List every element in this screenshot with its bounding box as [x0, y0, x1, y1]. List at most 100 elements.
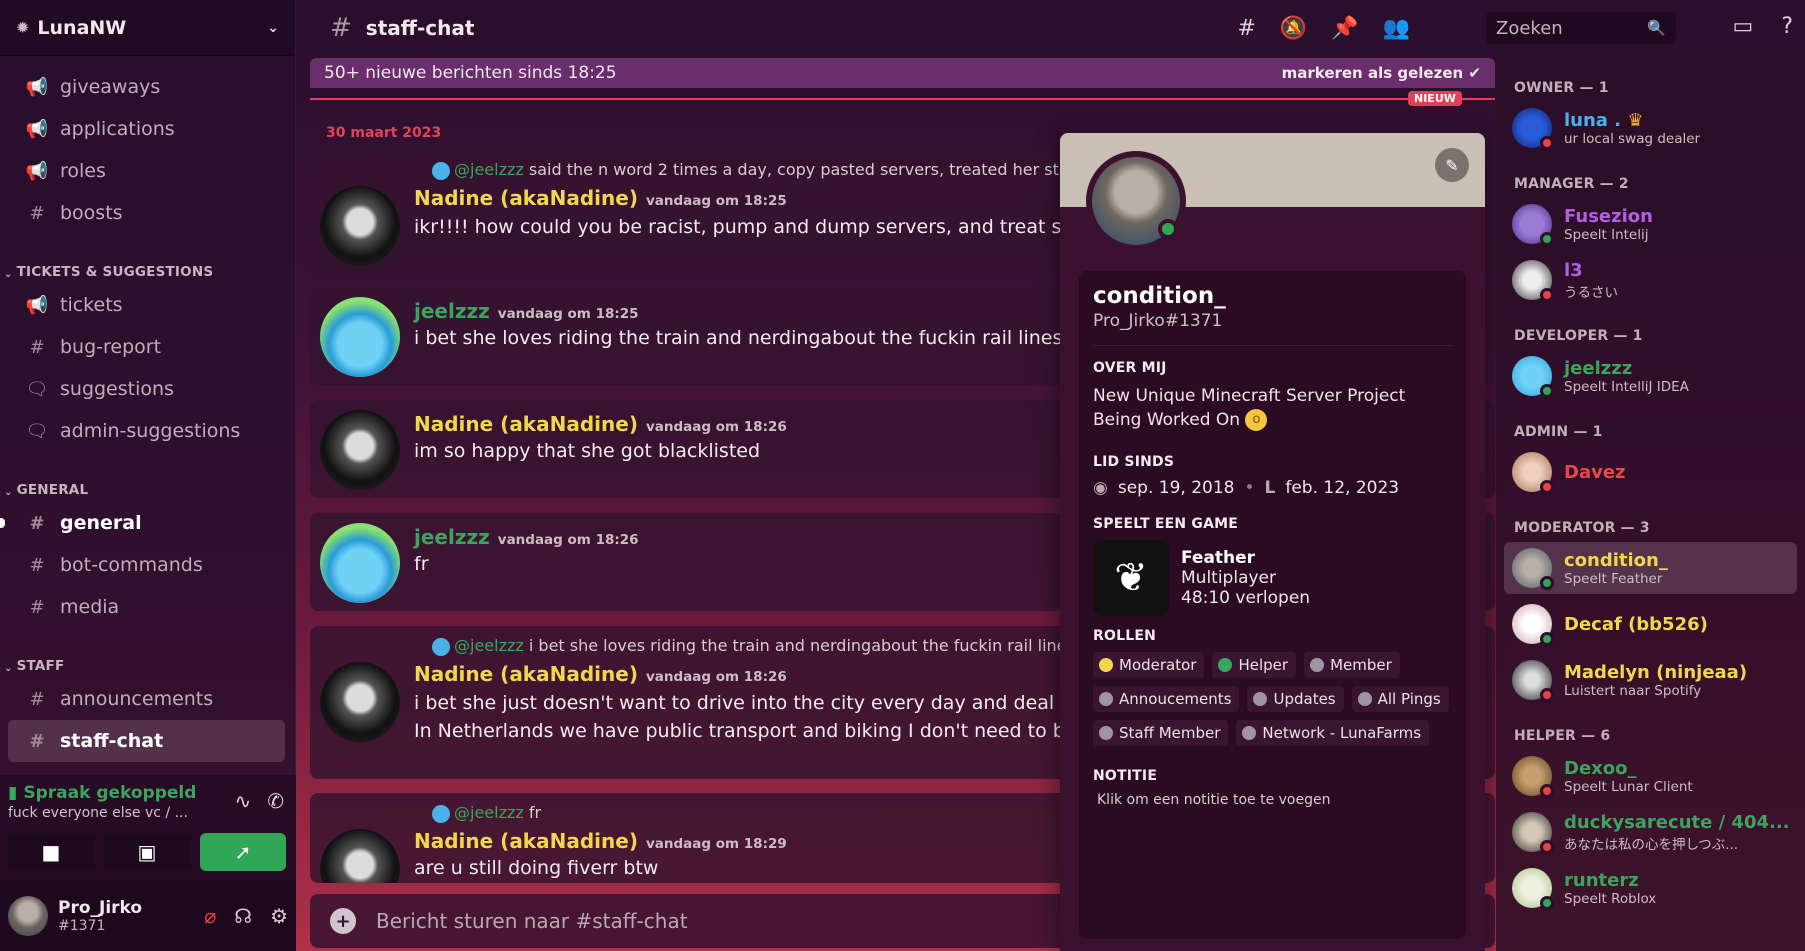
- message-content: fr: [414, 553, 429, 575]
- role-color-dot: [1242, 726, 1257, 740]
- role-pill[interactable]: Helper: [1212, 652, 1297, 678]
- server-icon: L: [1264, 478, 1276, 498]
- avatar: [1512, 660, 1554, 702]
- forum-icon: 🗨: [25, 420, 49, 442]
- reply-preview[interactable]: @jeelzzz said the n word 2 times a day, …: [432, 160, 1094, 180]
- member-item[interactable]: duckysarecute / 404... あなたは私の心を押しつぶ...: [1504, 806, 1797, 858]
- role-pill[interactable]: Staff Member: [1093, 720, 1229, 746]
- member-item[interactable]: Madelyn (ninjeaa) Luistert naar Spotify: [1504, 654, 1797, 706]
- screen-share-button[interactable]: ▣: [104, 833, 190, 871]
- role-pill[interactable]: Annoucements: [1093, 686, 1240, 712]
- notification-bell-muted-icon[interactable]: 🔕: [1280, 16, 1307, 41]
- activity-button[interactable]: ➚: [200, 833, 286, 871]
- avatar[interactable]: [320, 523, 400, 603]
- inbox-icon[interactable]: ▭: [1733, 14, 1754, 39]
- channel-giveaways[interactable]: 📢 giveaways: [8, 66, 285, 108]
- message-timestamp: vandaag om 18:26: [645, 419, 787, 435]
- avatar[interactable]: [320, 186, 400, 266]
- new-badge: NIEUW: [1408, 91, 1462, 106]
- message-author[interactable]: Nadine (akaNadine) vandaag om 18:29: [414, 829, 787, 853]
- new-messages-banner[interactable]: 50+ nieuwe berichten sinds 18:25 markere…: [310, 58, 1495, 88]
- channel-boosts[interactable]: # boosts: [8, 192, 285, 234]
- avatar[interactable]: [8, 895, 48, 936]
- channel-admin-suggestions[interactable]: 🗨 admin-suggestions: [8, 410, 285, 452]
- role-pill[interactable]: Updates: [1247, 686, 1344, 712]
- headphones-icon[interactable]: ☊: [234, 904, 252, 928]
- category-general[interactable]: ⌄ GENERAL: [0, 468, 295, 498]
- channel-roles[interactable]: 📢 roles: [8, 150, 285, 192]
- help-icon[interactable]: ?: [1781, 14, 1793, 39]
- member-item[interactable]: condition_ Speelt Feather: [1504, 542, 1797, 594]
- search-input[interactable]: Zoeken 🔍: [1486, 12, 1676, 44]
- members-icon[interactable]: 👥: [1383, 16, 1410, 41]
- message-author[interactable]: jeelzzz vandaag om 18:26: [414, 525, 639, 549]
- avatar: [1512, 260, 1554, 302]
- category-staff[interactable]: ⌄ STAFF: [0, 644, 295, 674]
- member-item[interactable]: l3 うるさい: [1504, 254, 1797, 306]
- channel-tickets[interactable]: 📢 tickets: [8, 284, 285, 326]
- user-info[interactable]: Pro_Jirko #1371: [58, 898, 142, 934]
- channel-bug-report[interactable]: # bug-report: [8, 326, 285, 368]
- reply-preview[interactable]: @jeelzzz i bet she loves riding the trai…: [432, 636, 1075, 656]
- camera-button[interactable]: ■: [8, 833, 94, 871]
- rocket-icon: ➚: [234, 840, 252, 864]
- reply-preview[interactable]: @jeelzzz fr: [432, 803, 541, 823]
- member-item[interactable]: luna . ♛ ur local swag dealer: [1504, 102, 1797, 154]
- server-header[interactable]: ✹ LunaNW ⌄: [0, 0, 295, 56]
- member-item[interactable]: Decaf (bb526): [1504, 598, 1797, 650]
- role-color-dot: [1253, 692, 1268, 706]
- gear-icon[interactable]: ⚙: [270, 904, 288, 928]
- status-online-icon: [1540, 576, 1554, 590]
- profile-avatar[interactable]: [1086, 151, 1186, 251]
- member-item[interactable]: Fusezion Speelt Intelij: [1504, 198, 1797, 250]
- channel-title: staff-chat: [365, 16, 475, 40]
- channel-staff-chat[interactable]: # staff-chat: [8, 720, 285, 762]
- category-tickets[interactable]: ⌄ TICKETS & SUGGESTIONS: [0, 250, 295, 280]
- threads-icon[interactable]: #: [1237, 16, 1255, 41]
- channel-media[interactable]: # media: [8, 586, 285, 628]
- message-author[interactable]: Nadine (akaNadine) vandaag om 18:25: [414, 186, 787, 210]
- pin-icon[interactable]: 📌: [1331, 16, 1358, 41]
- avatar[interactable]: [320, 410, 400, 490]
- role-color-dot: [1099, 692, 1113, 706]
- mute-mic-icon[interactable]: ⌀: [204, 904, 216, 928]
- roles-list: Moderator Helper Member Annoucements Upd…: [1093, 652, 1452, 746]
- message-author[interactable]: jeelzzz vandaag om 18:25: [414, 299, 639, 323]
- avatar: [1512, 356, 1554, 398]
- new-messages-divider: [310, 98, 1495, 100]
- noise-suppression-icon[interactable]: ∿: [234, 789, 251, 813]
- avatar[interactable]: [320, 829, 400, 883]
- chevron-down-icon[interactable]: ⌄: [267, 20, 279, 36]
- member-item[interactable]: Dexoo_ Speelt Lunar Client: [1504, 750, 1797, 802]
- message-author[interactable]: Nadine (akaNadine) vandaag om 18:26: [414, 662, 787, 686]
- status-dnd-icon: [1540, 688, 1554, 702]
- disconnect-icon[interactable]: ✆: [267, 789, 284, 813]
- status-online-icon: [1540, 632, 1554, 646]
- channel-suggestions[interactable]: 🗨 suggestions: [8, 368, 285, 410]
- member-since-heading: LID SINDS: [1093, 454, 1175, 470]
- member-item[interactable]: runterz Speelt Roblox: [1504, 862, 1797, 914]
- edit-profile-button[interactable]: ✎: [1435, 148, 1469, 182]
- voice-status-panel: ▮ Spraak gekoppeld fuck everyone else vc …: [0, 774, 296, 880]
- member-item[interactable]: jeelzzz Speelt IntelliJ IDEA: [1504, 350, 1797, 402]
- avatar[interactable]: [320, 662, 400, 742]
- separator-dot: •: [1244, 478, 1255, 498]
- username: Pro_Jirko: [58, 897, 143, 918]
- role-pill[interactable]: Moderator: [1093, 652, 1205, 678]
- hash-icon: #: [29, 512, 45, 534]
- note-input[interactable]: Klik om een notitie toe te voegen: [1093, 792, 1452, 808]
- message-author[interactable]: Nadine (akaNadine) vandaag om 18:26: [414, 412, 787, 436]
- avatar[interactable]: [320, 297, 400, 377]
- member-item[interactable]: Davez: [1504, 446, 1797, 498]
- channel-bot-commands[interactable]: # bot-commands: [8, 544, 285, 586]
- game-detail: Multiplayer: [1181, 568, 1276, 588]
- role-pill[interactable]: Network - LunaFarms: [1236, 720, 1430, 746]
- role-pill[interactable]: Member: [1304, 652, 1400, 678]
- channel-general[interactable]: # general: [0, 502, 285, 544]
- mark-as-read-button[interactable]: markeren als gelezen ✔: [1282, 64, 1481, 82]
- add-attachment-button[interactable]: +: [330, 908, 356, 934]
- channel-applications[interactable]: 📢 applications: [8, 108, 285, 150]
- role-pill[interactable]: All Pings: [1351, 686, 1449, 712]
- avatar: [1512, 604, 1554, 646]
- channel-announcements[interactable]: # announcements: [8, 678, 285, 720]
